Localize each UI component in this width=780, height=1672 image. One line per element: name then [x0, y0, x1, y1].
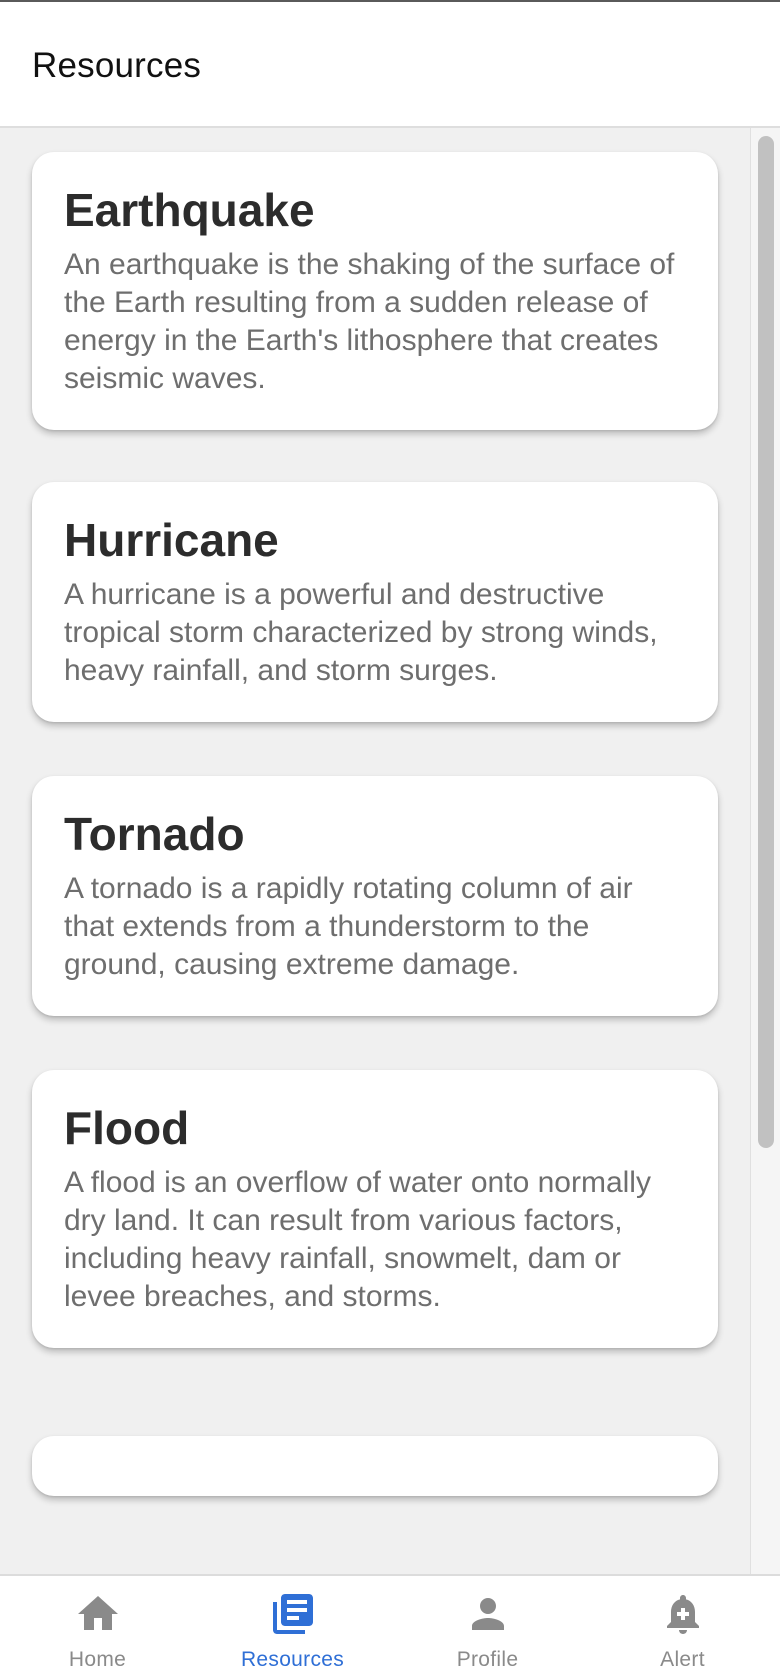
bell-plus-icon [585, 1590, 780, 1638]
scrollbar-thumb[interactable] [758, 136, 774, 1148]
tab-profile[interactable]: Profile [390, 1576, 585, 1672]
tab-label: Alert [660, 1648, 705, 1671]
bottom-tab-bar: Home Resources Profile Alert [0, 1574, 780, 1672]
resource-card-hurricane[interactable]: Hurricane A hurricane is a powerful and … [32, 482, 718, 722]
card-title: Hurricane [64, 514, 279, 566]
tab-resources[interactable]: Resources [195, 1576, 390, 1672]
person-icon [390, 1590, 585, 1638]
resource-card-flood[interactable]: Flood A flood is an overflow of water on… [32, 1070, 718, 1348]
card-title: Tornado [64, 808, 245, 860]
home-icon [0, 1590, 195, 1638]
resource-card-partial[interactable] [32, 1436, 718, 1496]
card-title: Flood [64, 1102, 190, 1154]
card-description: A tornado is a rapidly rotating column o… [64, 872, 633, 981]
tab-label: Resources [240, 1648, 345, 1671]
card-title: Earthquake [64, 184, 315, 236]
newspaper-icon [195, 1590, 390, 1638]
card-description: A flood is an overflow of water onto nor… [64, 1166, 651, 1313]
scrollbar[interactable] [750, 128, 780, 1574]
resource-card-earthquake[interactable]: Earthquake An earthquake is the shaking … [32, 152, 718, 430]
card-description: An earthquake is the shaking of the surf… [64, 248, 675, 395]
tab-alert[interactable]: Alert [585, 1576, 780, 1672]
app-header: Resources [0, 2, 780, 128]
resource-card-tornado[interactable]: Tornado A tornado is a rapidly rotating … [32, 776, 718, 1016]
card-description: A hurricane is a powerful and destructiv… [64, 578, 658, 687]
tab-label: Home [68, 1648, 127, 1671]
tab-label: Profile [456, 1648, 519, 1671]
page-title: Resources [32, 46, 202, 85]
tab-home[interactable]: Home [0, 1576, 195, 1672]
resources-list[interactable]: Earthquake An earthquake is the shaking … [0, 128, 750, 1574]
